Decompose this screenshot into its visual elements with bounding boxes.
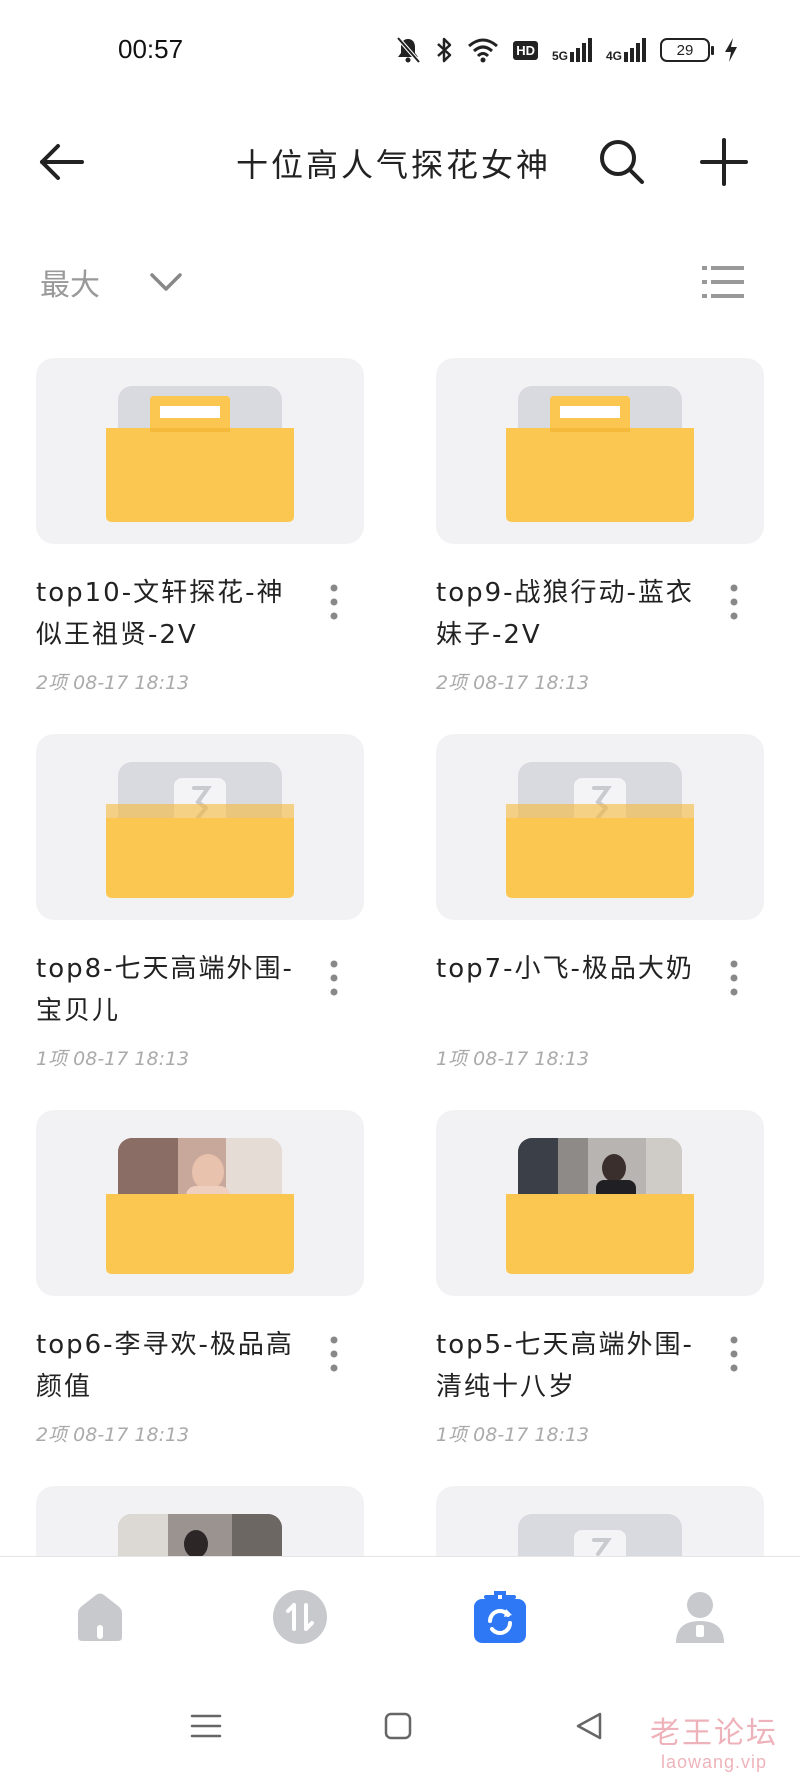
cloud-files-icon xyxy=(474,1591,526,1643)
folder-thumbnail xyxy=(36,1486,364,1556)
folder-meta: 1项 08-17 18:13 xyxy=(436,1424,590,1446)
folder-icon xyxy=(518,1514,682,1556)
system-nav-bar: 老王论坛 laowang.vip xyxy=(0,1676,800,1778)
folder-icon xyxy=(106,1138,294,1274)
status-icons: HD 5G 4G 29 xyxy=(395,34,738,66)
wifi-icon xyxy=(468,38,499,63)
folder-thumbnail xyxy=(36,734,364,920)
folder-title: top8-七天高端外围-宝贝儿 xyxy=(36,954,294,1026)
folder-card[interactable]: top5-七天高端外围-清纯十八岁 1项 08-17 18:13 xyxy=(436,1110,764,1470)
folder-icon xyxy=(506,386,694,522)
transfer-icon xyxy=(273,1590,327,1644)
folder-card[interactable]: top10-文轩探花-神似王祖贤-2V 2项 08-17 18:13 xyxy=(36,358,364,718)
folder-more-button[interactable] xyxy=(716,956,752,1000)
folder-meta: 1项 08-17 18:13 xyxy=(436,1048,590,1070)
signal-5g-icon: 5G xyxy=(552,38,592,62)
folder-icon xyxy=(106,762,294,898)
view-toggle-button[interactable] xyxy=(700,262,748,302)
watermark: 老王论坛 laowang.vip xyxy=(650,1708,778,1773)
status-time: 00:57 xyxy=(118,34,184,64)
folder-card[interactable]: top8-七天高端外围-宝贝儿 1项 08-17 18:13 xyxy=(36,734,364,1094)
folder-card[interactable]: top7-小飞-极品大奶 1项 08-17 18:13 xyxy=(436,734,764,1094)
folder-thumbnail xyxy=(436,1486,764,1556)
add-button[interactable] xyxy=(698,136,750,188)
folder-title: top9-战狼行动-蓝衣妹子-2V xyxy=(436,578,694,650)
user-icon xyxy=(676,1592,724,1643)
nav-files[interactable] xyxy=(470,1587,530,1647)
signal-4g-icon: 4G xyxy=(606,38,646,62)
back-button[interactable] xyxy=(36,136,88,188)
battery-indicator: 29 xyxy=(660,38,714,62)
folder-more-button[interactable] xyxy=(316,580,352,624)
folder-thumbnail xyxy=(436,1110,764,1296)
mute-icon xyxy=(396,36,421,64)
more-vertical-icon xyxy=(330,1336,338,1372)
sort-row: 最大 xyxy=(0,250,800,310)
search-button[interactable] xyxy=(596,136,648,188)
status-bar: 00:57 HD 5G 4G 29 xyxy=(0,0,800,100)
home-icon xyxy=(78,1593,122,1641)
nav-home[interactable] xyxy=(70,1587,130,1647)
folder-thumbnail xyxy=(436,358,764,544)
bluetooth-icon xyxy=(437,37,452,63)
sort-chevron-button[interactable] xyxy=(148,264,184,300)
more-vertical-icon xyxy=(730,1336,738,1372)
triangle-back-icon xyxy=(576,1712,602,1740)
folder-meta: 2项 08-17 18:13 xyxy=(436,672,590,694)
folder-icon xyxy=(506,762,694,898)
watermark-title: 老王论坛 xyxy=(650,1716,778,1751)
folder-meta: 1项 08-17 18:13 xyxy=(36,1048,190,1070)
nav-profile[interactable] xyxy=(670,1587,730,1647)
folder-icon xyxy=(106,386,294,522)
folder-thumbnail xyxy=(36,1110,364,1296)
folder-card[interactable] xyxy=(436,1486,764,1556)
folder-more-button[interactable] xyxy=(316,1332,352,1376)
list-view-icon xyxy=(702,266,744,298)
home-system-button[interactable] xyxy=(378,1706,418,1746)
bottom-nav xyxy=(0,1556,800,1676)
menu-icon xyxy=(190,1714,222,1738)
header: 十位高人气探花女神 xyxy=(0,110,800,210)
menu-button[interactable] xyxy=(186,1706,226,1746)
nav-transfer[interactable] xyxy=(270,1587,330,1647)
more-vertical-icon xyxy=(330,584,338,620)
chevron-down-icon xyxy=(150,273,182,291)
folder-title: top7-小飞-极品大奶 xyxy=(436,954,694,984)
folder-icon xyxy=(506,1138,694,1274)
folder-card[interactable]: top9-战狼行动-蓝衣妹子-2V 2项 08-17 18:13 xyxy=(436,358,764,718)
folder-title: top6-李寻欢-极品高颜值 xyxy=(36,1330,294,1402)
plus-icon xyxy=(700,138,748,186)
folder-thumbnail xyxy=(436,734,764,920)
back-system-button[interactable] xyxy=(570,1706,610,1746)
square-icon xyxy=(384,1712,412,1740)
folder-meta: 2项 08-17 18:13 xyxy=(36,672,190,694)
folder-more-button[interactable] xyxy=(316,956,352,1000)
folder-thumbnail xyxy=(36,358,364,544)
more-vertical-icon xyxy=(730,960,738,996)
more-vertical-icon xyxy=(330,960,338,996)
page-title: 十位高人气探花女神 xyxy=(236,146,552,184)
arrow-left-icon xyxy=(40,144,84,180)
folder-card[interactable]: top6-李寻欢-极品高颜值 2项 08-17 18:13 xyxy=(36,1110,364,1470)
folder-meta: 2项 08-17 18:13 xyxy=(36,1424,190,1446)
sort-dropdown[interactable]: 最大 xyxy=(40,260,100,304)
folder-more-button[interactable] xyxy=(716,1332,752,1376)
folder-title: top5-七天高端外围-清纯十八岁 xyxy=(436,1330,694,1402)
hd-icon: HD xyxy=(513,40,538,60)
watermark-url: laowang.vip xyxy=(660,1752,768,1772)
folder-card[interactable] xyxy=(36,1486,364,1556)
folder-icon xyxy=(118,1514,282,1556)
more-vertical-icon xyxy=(730,584,738,620)
charging-icon xyxy=(725,38,737,62)
folder-more-button[interactable] xyxy=(716,580,752,624)
folder-title: top10-文轩探花-神似王祖贤-2V xyxy=(36,578,285,650)
photo-preview xyxy=(118,1514,282,1556)
search-icon xyxy=(600,140,644,184)
